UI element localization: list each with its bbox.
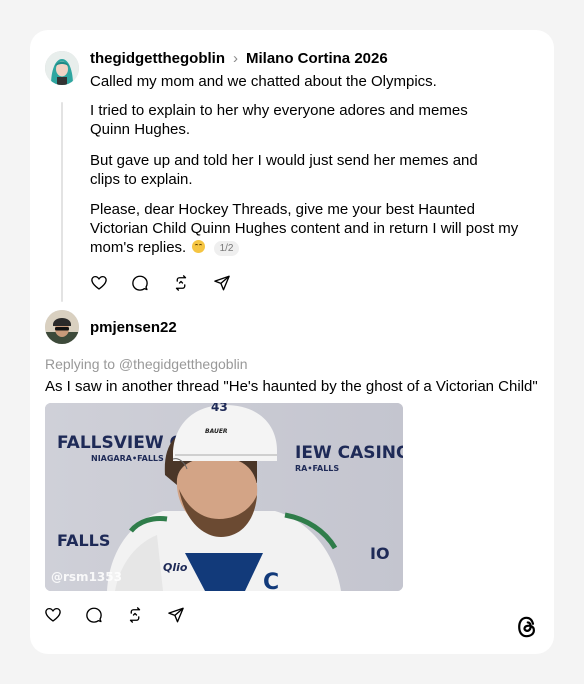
reply-text: As I saw in another thread "He's haunted… bbox=[45, 378, 538, 395]
share-button[interactable] bbox=[167, 604, 208, 626]
post-paragraph-text: Please, dear Hockey Threads, give me you… bbox=[90, 201, 519, 256]
post-card: thegidgetthegoblin › Milano Cortina 2026… bbox=[30, 30, 554, 654]
comment-icon bbox=[132, 275, 148, 291]
repost-icon bbox=[129, 607, 141, 623]
sign-right-text: IEW CASINO bbox=[295, 443, 403, 463]
helmet-number: 43 bbox=[211, 403, 228, 414]
helmet-brand: BAUER bbox=[205, 428, 228, 435]
replying-to-label[interactable]: Replying to @thegidgetthegoblin bbox=[45, 356, 248, 372]
post-text-line: Called my mom and we chatted about the O… bbox=[90, 73, 437, 90]
repost-icon bbox=[175, 275, 187, 291]
reply-actions bbox=[44, 604, 208, 626]
comment-icon bbox=[86, 607, 102, 623]
post-paragraph: But gave up and told her I would just se… bbox=[90, 152, 478, 188]
heart-icon bbox=[91, 275, 107, 290]
comment-button[interactable] bbox=[131, 272, 172, 294]
sign-bottom-right: IO bbox=[370, 544, 390, 563]
username[interactable]: thegidgetthegoblin bbox=[90, 50, 225, 67]
page-indicator: 1/2 bbox=[213, 241, 240, 256]
sign-left-sub: NIAGARA•FALLS bbox=[91, 454, 164, 463]
sign-bottom-left: FALLS bbox=[57, 531, 110, 550]
chevron-right-icon: › bbox=[232, 50, 238, 67]
laughing-emoji-icon bbox=[192, 240, 206, 253]
share-button[interactable] bbox=[213, 272, 254, 294]
thread-line bbox=[61, 102, 63, 302]
comment-button[interactable] bbox=[85, 604, 126, 626]
sign-right-sub: RA•FALLS bbox=[295, 464, 339, 473]
media-gif[interactable]: FALLSVIEW CA NIAGARA•FALLS IEW CASINO RA… bbox=[45, 403, 403, 591]
jersey-letter: C bbox=[263, 570, 279, 591]
post-header: thegidgetthegoblin › Milano Cortina 2026 bbox=[90, 50, 388, 67]
jersey-sponsor: Qlio bbox=[163, 561, 188, 574]
username[interactable]: pmjensen22 bbox=[90, 319, 177, 336]
post-paragraph: Please, dear Hockey Threads, give me you… bbox=[90, 200, 530, 257]
like-button[interactable] bbox=[90, 272, 131, 294]
share-icon bbox=[214, 275, 230, 291]
heart-icon bbox=[45, 607, 61, 622]
repost-button[interactable] bbox=[126, 604, 167, 626]
share-icon bbox=[168, 607, 184, 623]
threads-logo-icon[interactable] bbox=[516, 615, 538, 639]
avatar[interactable] bbox=[45, 310, 79, 344]
post-paragraph: I tried to explain to her why everyone a… bbox=[90, 102, 468, 138]
repost-button[interactable] bbox=[172, 272, 213, 294]
like-button[interactable] bbox=[44, 604, 85, 626]
post-actions bbox=[90, 272, 254, 294]
avatar[interactable] bbox=[45, 51, 79, 85]
watermark: @rsm1353 bbox=[51, 570, 122, 584]
topic-tag[interactable]: Milano Cortina 2026 bbox=[246, 50, 388, 67]
